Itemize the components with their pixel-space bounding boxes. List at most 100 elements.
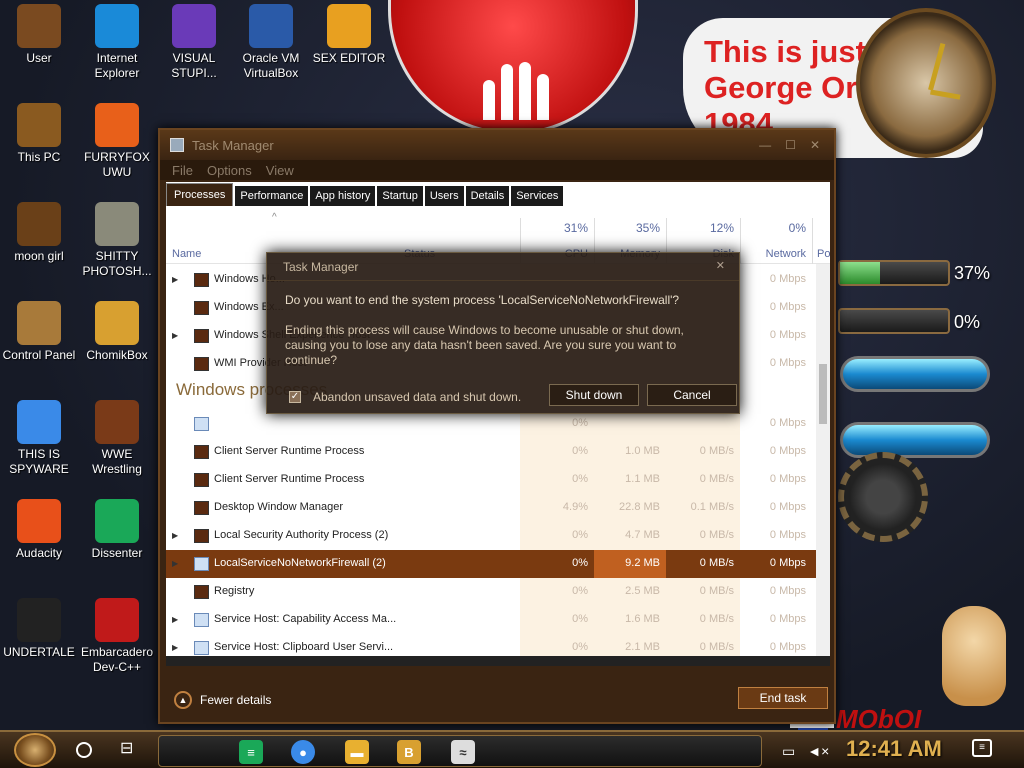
start-button[interactable] [14, 733, 56, 767]
process-memory: 22.8 MB [619, 501, 660, 513]
taskbar-clock[interactable]: 12:41 AM [846, 736, 942, 762]
desktop-icon-user-folder[interactable]: User [0, 4, 78, 66]
expand-arrow-icon[interactable]: ▶ [172, 643, 180, 652]
taskbar-task-manager-icon[interactable]: ≈ [451, 740, 475, 764]
abandon-data-checkbox[interactable]: ✓ [289, 391, 301, 403]
tab-details[interactable]: Details [465, 186, 510, 206]
cancel-button[interactable]: Cancel [647, 384, 737, 406]
tab-app-history[interactable]: App history [310, 186, 376, 206]
shut-down-button[interactable]: Shut down [549, 384, 639, 406]
process-cpu: 0% [572, 473, 588, 485]
process-disk: 0 MB/s [699, 585, 734, 597]
tab-users[interactable]: Users [424, 186, 464, 206]
process-name: Service Host: Capability Access Ma... [214, 613, 397, 625]
desktop-icon-edge[interactable]: Internet Explorer [78, 4, 156, 81]
minimize-icon[interactable]: — [759, 138, 771, 152]
desktop-icon-devcpp[interactable]: Embarcadero Dev-C++ [78, 598, 156, 675]
expand-arrow-icon[interactable]: ▶ [172, 331, 180, 340]
wallpaper-brand-text: MObOI [836, 704, 922, 730]
process-network: 0 Mbps [769, 417, 806, 429]
desktop-icon-firefox[interactable]: FURRYFOX UWU [78, 103, 156, 180]
process-row[interactable]: ▶ LocalServiceNoNetworkFirewall (2) 0% 9.2 … [166, 550, 830, 578]
cpu-total: 31% [563, 221, 588, 235]
desktop-icon-chomikbox[interactable]: ChomikBox [78, 301, 156, 363]
expand-arrow-icon[interactable]: ▶ [172, 531, 180, 540]
dialog-close-icon[interactable]: ✕ [716, 259, 725, 272]
column-power[interactable]: Po [812, 218, 830, 264]
desktop-icon-label: Internet Explorer [94, 51, 140, 80]
tab-services[interactable]: Services [511, 186, 564, 206]
desktop-icon-audacity[interactable]: Audacity [0, 499, 78, 561]
task-manager-titlebar[interactable]: Task Manager — ☐ ✕ [160, 130, 834, 160]
tab-performance[interactable]: Performance [235, 186, 309, 206]
desktop-icon-virtualbox[interactable]: Oracle VM VirtualBox [232, 4, 310, 81]
notifications-icon[interactable]: ≡ [972, 739, 992, 757]
desktop-icon-visual-studio[interactable]: VISUAL STUPI... [155, 4, 233, 81]
devcpp-icon [95, 598, 139, 642]
task-manager-window[interactable]: Task Manager — ☐ ✕ File Options View Pro… [158, 128, 836, 724]
desktop-icon-hxd[interactable]: SEX EDITOR [310, 4, 388, 66]
process-row[interactable]: Desktop Window Manager 4.9% 22.8 MB 0.1 MB/… [166, 494, 830, 522]
process-memory: 1.6 MB [625, 613, 660, 625]
process-row[interactable]: Client Server Runtime Process 0% 1.1 MB 0 M… [166, 466, 830, 494]
wwe-icon [95, 400, 139, 444]
process-memory: 1.0 MB [625, 445, 660, 457]
expand-arrow-icon[interactable]: ▶ [172, 275, 180, 284]
process-network: 0 Mbps [769, 301, 806, 313]
menu-view[interactable]: View [266, 163, 294, 178]
desktop-icon-gimp[interactable]: SHITTY PHOTOSH... [78, 202, 156, 279]
moon-girl-icon [17, 202, 61, 246]
horizontal-scrollbar[interactable] [166, 656, 830, 666]
tab-startup[interactable]: Startup [377, 186, 423, 206]
column-network[interactable]: 0% Network [740, 218, 812, 264]
desktop-icon-label: Oracle VM VirtualBox [242, 51, 300, 80]
network-icon[interactable]: ▭ [782, 743, 795, 760]
search-circle-icon[interactable] [76, 742, 92, 758]
desktop-icon-wwe[interactable]: WWE Wrestling [78, 400, 156, 477]
menu-file[interactable]: File [172, 163, 193, 178]
taskbar-dissenter-icon[interactable]: ≡ [239, 740, 263, 764]
taskbar-chrome-icon[interactable]: ● [291, 740, 315, 764]
process-disk: 0 MB/s [699, 613, 734, 625]
fewer-details-button[interactable]: ▲ Fewer details [174, 691, 271, 709]
process-row[interactable]: Registry 0% 2.5 MB 0 MB/s 0 Mbps [166, 578, 830, 606]
process-network: 0 Mbps [769, 329, 806, 341]
vertical-scrollbar[interactable] [816, 264, 830, 666]
process-row[interactable]: ▶ Service Host: Capability Access Ma... 0%… [166, 606, 830, 634]
process-disk: 0 MB/s [699, 473, 734, 485]
taskbar: ⊟ ≡ ● ▬ B ≈ ▭ ◄× 12:41 AM ≡ [0, 730, 1024, 768]
process-row[interactable]: Client Server Runtime Process 0% 1.0 MB 0 M… [166, 438, 830, 466]
abandon-data-label[interactable]: Abandon unsaved data and shut down. [313, 390, 521, 404]
confirm-end-process-dialog[interactable]: Task Manager ✕ Do you want to end the sy… [266, 252, 740, 414]
tab-processes[interactable]: Processes [166, 183, 234, 206]
edge-icon [95, 4, 139, 48]
scrollbar-thumb[interactable] [819, 364, 827, 424]
process-row[interactable]: 0% 0 Mbps [166, 410, 830, 438]
expand-arrow-icon[interactable]: ▶ [172, 615, 180, 624]
user-folder-icon [17, 4, 61, 48]
desktop-icon-control-panel[interactable]: Control Panel [0, 301, 78, 363]
desktop-icon-dissenter[interactable]: Dissenter [78, 499, 156, 561]
end-task-button[interactable]: End task [738, 687, 828, 709]
process-memory: 2.5 MB [625, 585, 660, 597]
desktop-icon-this-pc[interactable]: This PC [0, 103, 78, 165]
close-icon[interactable]: ✕ [810, 138, 820, 152]
process-row[interactable]: ▶ Local Security Authority Process (2) 0% 4… [166, 522, 830, 550]
menu-options[interactable]: Options [207, 163, 252, 178]
maximize-icon[interactable]: ☐ [785, 138, 796, 152]
process-icon [194, 557, 209, 571]
taskbar-chomikbox-icon[interactable]: B [397, 740, 421, 764]
taskbar-file-explorer-icon[interactable]: ▬ [345, 740, 369, 764]
process-icon [194, 301, 209, 315]
process-disk: 0 MB/s [699, 641, 734, 653]
desktop-icon-chrome[interactable]: THIS IS SPYWARE [0, 400, 78, 477]
process-icon [194, 501, 209, 515]
expand-arrow-icon[interactable]: ▶ [172, 559, 180, 568]
firefox-icon [95, 103, 139, 147]
process-network: 0 Mbps [769, 557, 806, 569]
volume-muted-icon[interactable]: ◄× [807, 743, 829, 759]
task-view-icon[interactable]: ⊟ [120, 738, 133, 758]
control-panel-icon [17, 301, 61, 345]
desktop-icon-unity[interactable]: UNDERTALE [0, 598, 78, 660]
desktop-icon-moon-girl[interactable]: moon girl [0, 202, 78, 264]
